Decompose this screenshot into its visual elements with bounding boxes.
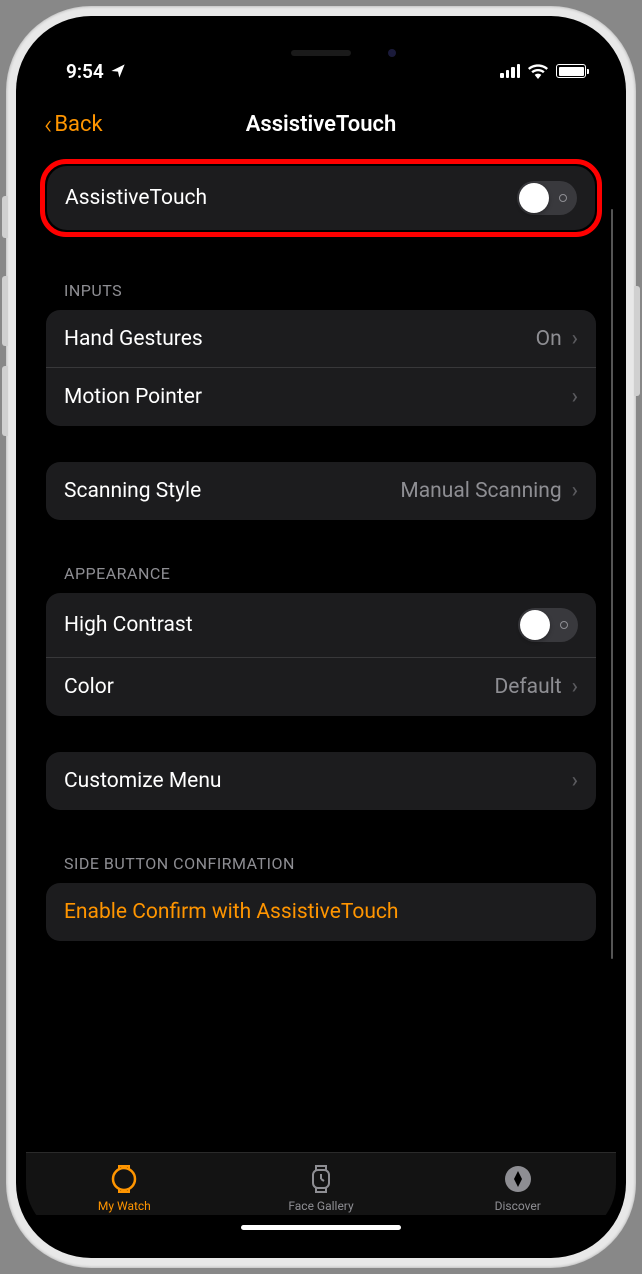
phone-bezel: 9:54 [16, 16, 626, 1258]
tab-label: Discover [495, 1199, 541, 1213]
side-button-header: SIDE BUTTON CONFIRMATION [46, 846, 596, 883]
face-gallery-icon [305, 1163, 337, 1195]
speaker [291, 50, 351, 56]
inputs-header: INPUTS [46, 273, 596, 310]
wifi-icon [528, 64, 548, 79]
tab-bar: My Watch Face Gallery [26, 1152, 616, 1215]
watch-icon [108, 1163, 140, 1195]
assistivetouch-toggle-group: AssistiveTouch [47, 166, 595, 230]
tab-my-watch[interactable]: My Watch [26, 1163, 223, 1213]
highlighted-annotation: AssistiveTouch [40, 159, 602, 237]
cell-right: Manual Scanning › [400, 479, 578, 503]
status-time: 9:54 [66, 60, 104, 83]
toggle-off-indicator-icon [559, 194, 567, 202]
toggle-knob [519, 183, 549, 213]
hand-gestures-value: On [536, 327, 562, 351]
side-button-group: Enable Confirm with AssistiveTouch [46, 883, 596, 941]
tab-label: Face Gallery [288, 1199, 353, 1213]
page-title: AssistiveTouch [246, 112, 397, 137]
cell-right: On › [536, 327, 578, 351]
customize-section: Customize Menu › [46, 752, 596, 810]
tab-label: My Watch [98, 1199, 151, 1213]
motion-pointer-row[interactable]: Motion Pointer › [46, 368, 596, 426]
cell-right: › [572, 769, 578, 793]
tab-face-gallery[interactable]: Face Gallery [223, 1163, 420, 1213]
status-right [500, 64, 586, 79]
hand-gestures-label: Hand Gestures [64, 327, 203, 351]
toggle-knob [520, 610, 550, 640]
compass-icon [502, 1163, 534, 1195]
chevron-left-icon: ‹ [44, 108, 52, 141]
home-indicator[interactable] [241, 1225, 401, 1230]
front-camera [388, 49, 396, 57]
high-contrast-row[interactable]: High Contrast [46, 593, 596, 658]
content-scroll[interactable]: AssistiveTouch INPUTS Hand Gestures [26, 159, 616, 1152]
high-contrast-toggle[interactable] [518, 608, 578, 642]
cell-right: Default › [494, 675, 578, 699]
assistivetouch-toggle[interactable] [517, 181, 577, 215]
color-label: Color [64, 675, 114, 699]
chevron-right-icon: › [572, 769, 578, 793]
scanning-group: Scanning Style Manual Scanning › [46, 462, 596, 520]
status-left: 9:54 [66, 60, 126, 83]
cell-right: › [572, 385, 578, 409]
chevron-right-icon: › [572, 327, 578, 351]
battery-icon [556, 64, 586, 78]
color-value: Default [494, 675, 561, 699]
appearance-section: APPEARANCE High Contrast Color [46, 556, 596, 716]
phone-frame: 9:54 [6, 6, 636, 1268]
motion-pointer-label: Motion Pointer [64, 385, 202, 409]
customize-menu-row[interactable]: Customize Menu › [46, 752, 596, 810]
scanning-style-value: Manual Scanning [400, 479, 561, 503]
volume-down-button [2, 366, 8, 436]
high-contrast-label: High Contrast [64, 613, 193, 637]
nav-header: ‹ Back AssistiveTouch [26, 96, 616, 159]
screen: 9:54 [26, 36, 616, 1238]
scanning-style-label: Scanning Style [64, 479, 201, 503]
mute-switch [2, 196, 8, 238]
cellular-signal-icon [500, 64, 520, 78]
assistivetouch-toggle-row[interactable]: AssistiveTouch [47, 166, 595, 230]
notch [216, 36, 426, 70]
chevron-right-icon: › [572, 479, 578, 503]
side-button [634, 286, 640, 396]
customize-group: Customize Menu › [46, 752, 596, 810]
volume-up-button [2, 276, 8, 346]
hand-gestures-row[interactable]: Hand Gestures On › [46, 310, 596, 368]
location-icon [110, 63, 126, 79]
chevron-right-icon: › [572, 675, 578, 699]
appearance-group: High Contrast Color Default › [46, 593, 596, 716]
side-button-section: SIDE BUTTON CONFIRMATION Enable Confirm … [46, 846, 596, 941]
back-button[interactable]: ‹ Back [44, 108, 103, 141]
scroll-indicator [611, 209, 614, 959]
back-label: Back [54, 112, 102, 137]
toggle-off-indicator-icon [560, 621, 568, 629]
enable-confirm-label: Enable Confirm with AssistiveTouch [64, 900, 398, 924]
appearance-header: APPEARANCE [46, 556, 596, 593]
inputs-group: Hand Gestures On › Motion Pointer › [46, 310, 596, 426]
inputs-section: INPUTS Hand Gestures On › Motion Pointer [46, 273, 596, 426]
enable-confirm-row[interactable]: Enable Confirm with AssistiveTouch [46, 883, 596, 941]
assistivetouch-label: AssistiveTouch [65, 186, 207, 210]
scanning-section: Scanning Style Manual Scanning › [46, 462, 596, 520]
customize-menu-label: Customize Menu [64, 769, 222, 793]
scanning-style-row[interactable]: Scanning Style Manual Scanning › [46, 462, 596, 520]
color-row[interactable]: Color Default › [46, 658, 596, 716]
chevron-right-icon: › [572, 385, 578, 409]
tab-discover[interactable]: Discover [419, 1163, 616, 1213]
